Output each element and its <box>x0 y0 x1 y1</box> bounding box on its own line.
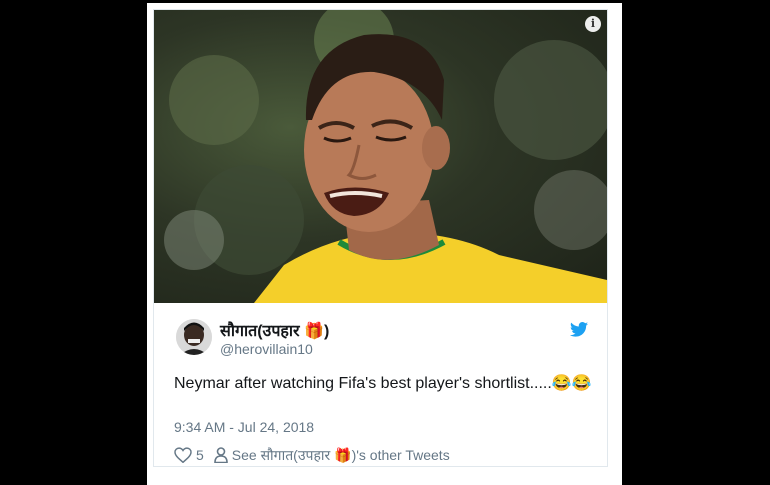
like-button[interactable]: 5 <box>174 447 204 463</box>
author-name[interactable]: सौगात(उपहार 🎁) <box>220 319 329 341</box>
crying-player-photo <box>164 10 607 303</box>
tweet-actions: 5 See सौगात(उपहार 🎁)'s other Tweets <box>174 445 450 465</box>
see-other-tweets-label: See सौगात(उपहार 🎁)'s other Tweets <box>231 446 450 463</box>
like-count: 5 <box>196 447 204 463</box>
tweet-media-photo[interactable]: i <box>154 10 607 303</box>
see-other-tweets-link[interactable]: See सौगात(उपहार 🎁)'s other Tweets <box>213 446 450 465</box>
twitter-bird-icon[interactable] <box>570 322 588 337</box>
heart-icon <box>174 447 192 463</box>
person-icon <box>213 447 228 463</box>
tweet-card[interactable]: i सौगात(उपहार 🎁) @herovillain10 Neymar a… <box>153 9 608 467</box>
tweet-text: Neymar after watching Fifa's best player… <box>174 375 592 392</box>
author-handle[interactable]: @herovillain10 <box>220 341 313 357</box>
tweet-timestamp[interactable]: 9:34 AM - Jul 24, 2018 <box>174 419 314 435</box>
avatar[interactable] <box>176 319 212 355</box>
info-icon[interactable]: i <box>585 16 601 32</box>
